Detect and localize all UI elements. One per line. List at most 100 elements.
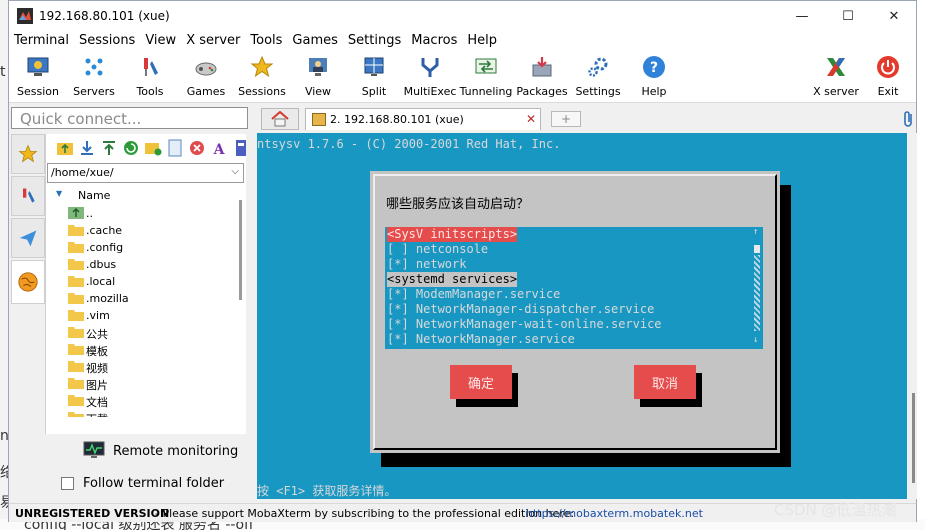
upload-icon[interactable] <box>100 139 118 157</box>
follow-folder-checkbox[interactable] <box>61 477 74 490</box>
folder-icon <box>68 310 84 321</box>
session-button[interactable]: Session <box>9 53 67 101</box>
file-row-parent[interactable]: .. <box>46 205 234 222</box>
menu-sessions[interactable]: Sessions <box>74 31 140 51</box>
file-row[interactable]: .mozilla <box>46 290 234 307</box>
terminal-area[interactable]: ntsysv 1.7.6 - (C) 2000-2001 Red Hat, In… <box>257 133 907 499</box>
file-list-header[interactable]: ▼ Name <box>46 186 236 204</box>
view-label: View <box>304 85 332 98</box>
menu-bar: Terminal Sessions View X server Tools Ga… <box>9 31 916 51</box>
file-row[interactable]: 模板 <box>46 341 234 358</box>
view-button[interactable]: View <box>289 53 347 101</box>
tunneling-button[interactable]: Tunneling <box>457 53 515 101</box>
follow-terminal-folder[interactable]: Follow terminal folder <box>45 471 246 497</box>
ok-button[interactable]: 确定 <box>450 365 512 399</box>
tools-label: Tools <box>136 85 164 98</box>
scrollbar-track[interactable] <box>754 255 760 331</box>
scrollbar-thumb[interactable] <box>754 245 760 253</box>
star-icon <box>250 55 274 78</box>
menu-terminal[interactable]: Terminal <box>9 31 74 51</box>
list-item[interactable]: [*] NetworkManager-wait-online.service <box>387 317 662 332</box>
list-item[interactable]: [*] ModemManager.service <box>387 287 560 302</box>
session-label: Session <box>17 85 59 98</box>
packages-button[interactable]: Packages <box>513 53 571 101</box>
list-item[interactable]: [*] NetworkManager.service <box>387 332 575 347</box>
tunneling-icon <box>475 58 497 74</box>
settings-button[interactable]: Settings <box>569 53 627 101</box>
list-item[interactable]: <SysV initscripts> <box>387 227 518 242</box>
tab-sftp[interactable] <box>11 260 45 304</box>
close-button[interactable]: ✕ <box>871 1 917 31</box>
download-icon[interactable] <box>78 139 96 157</box>
file-row[interactable]: 下载 <box>46 409 234 417</box>
maximize-button[interactable]: ☐ <box>825 1 871 31</box>
scrollbar-thumb[interactable] <box>912 393 915 483</box>
sftp-scrollbar[interactable] <box>237 186 245 418</box>
parent-folder-icon[interactable] <box>56 139 74 157</box>
terminal-follow-icon[interactable] <box>232 139 250 157</box>
terminal-scrollbar[interactable] <box>909 133 917 499</box>
file-row[interactable]: .config <box>46 239 234 256</box>
menu-macros[interactable]: Macros <box>406 31 462 51</box>
tab-sessions[interactable] <box>11 134 45 174</box>
list-item[interactable]: [*] NetworkManager-dispatcher.service <box>387 302 654 317</box>
new-tab-button[interactable]: + <box>551 111 581 127</box>
file-row[interactable]: 图片 <box>46 375 234 392</box>
gamepad-icon <box>195 62 217 76</box>
file-row[interactable]: 视频 <box>46 358 234 375</box>
new-folder-icon[interactable] <box>144 139 162 157</box>
games-button[interactable]: Games <box>177 53 235 101</box>
home-tab[interactable] <box>261 108 299 130</box>
split-button[interactable]: Split <box>345 53 403 101</box>
menu-x-server[interactable]: X server <box>181 31 245 51</box>
remote-monitoring-button[interactable]: Remote monitoring <box>45 435 246 467</box>
list-item[interactable]: <systemd services> <box>387 272 518 287</box>
menu-games[interactable]: Games <box>287 31 342 51</box>
multiexec-button[interactable]: MultiExec <box>401 53 459 101</box>
exit-button[interactable]: Exit <box>859 53 917 101</box>
menu-view[interactable]: View <box>140 31 181 51</box>
file-name: .mozilla <box>86 292 129 305</box>
file-row[interactable]: .cache <box>46 222 234 239</box>
cancel-button[interactable]: 取消 <box>634 365 696 399</box>
close-tab-icon[interactable]: ✕ <box>526 112 536 126</box>
minimize-button[interactable]: — <box>779 1 825 31</box>
menu-settings[interactable]: Settings <box>343 31 406 51</box>
refresh-icon[interactable] <box>122 139 140 157</box>
xserver-button[interactable]: X server <box>807 53 865 101</box>
sessions-button[interactable]: Sessions <box>233 53 291 101</box>
menu-help[interactable]: Help <box>462 31 502 51</box>
file-name: 文档 <box>86 396 108 409</box>
tab-tools[interactable] <box>11 176 45 216</box>
file-row[interactable]: .local <box>46 273 234 290</box>
servers-button[interactable]: Servers <box>65 53 123 101</box>
path-field[interactable]: /home/xue/ ⌵ <box>47 163 244 183</box>
chevron-down-icon[interactable]: ⌵ <box>231 166 239 177</box>
delete-icon[interactable] <box>188 139 206 157</box>
tab-session-2[interactable]: 2. 192.168.80.101 (xue) ✕ <box>305 108 541 130</box>
new-file-icon[interactable] <box>166 139 184 157</box>
scroll-up-icon[interactable]: ↑ <box>753 227 758 237</box>
file-row[interactable]: 公共 <box>46 324 234 341</box>
quick-connect-input[interactable]: Quick connect... <box>11 107 248 129</box>
tools-button[interactable]: Tools <box>121 53 179 101</box>
watermark: CSDN @低温热潮 <box>774 501 897 519</box>
file-row[interactable]: .vim <box>46 307 234 324</box>
status-message: - Please support MobaXterm by subscribin… <box>155 507 575 520</box>
help-button[interactable]: ? Help <box>625 53 683 101</box>
list-scrollbar[interactable]: ↑ ↓ <box>753 227 761 349</box>
scrollbar-thumb[interactable] <box>239 200 242 300</box>
file-row[interactable]: 文档 <box>46 392 234 409</box>
service-list[interactable]: <SysV initscripts> [ ] netconsole [*] ne… <box>385 227 763 349</box>
file-name: 图片 <box>86 379 108 392</box>
session-tab-bar: 2. 192.168.80.101 (xue) ✕ + <box>253 107 916 131</box>
scroll-down-icon[interactable]: ↓ <box>753 335 758 345</box>
file-row[interactable]: .dbus <box>46 256 234 273</box>
subscribe-link[interactable]: https://mobaxterm.mobatek.net <box>526 507 703 520</box>
tab-macros[interactable] <box>11 218 45 258</box>
list-item[interactable]: [ ] netconsole <box>387 242 488 257</box>
list-item[interactable]: [*] network <box>387 257 466 272</box>
paperclip-icon[interactable] <box>901 110 915 128</box>
menu-tools[interactable]: Tools <box>245 31 287 51</box>
rename-icon[interactable]: A <box>210 139 228 157</box>
